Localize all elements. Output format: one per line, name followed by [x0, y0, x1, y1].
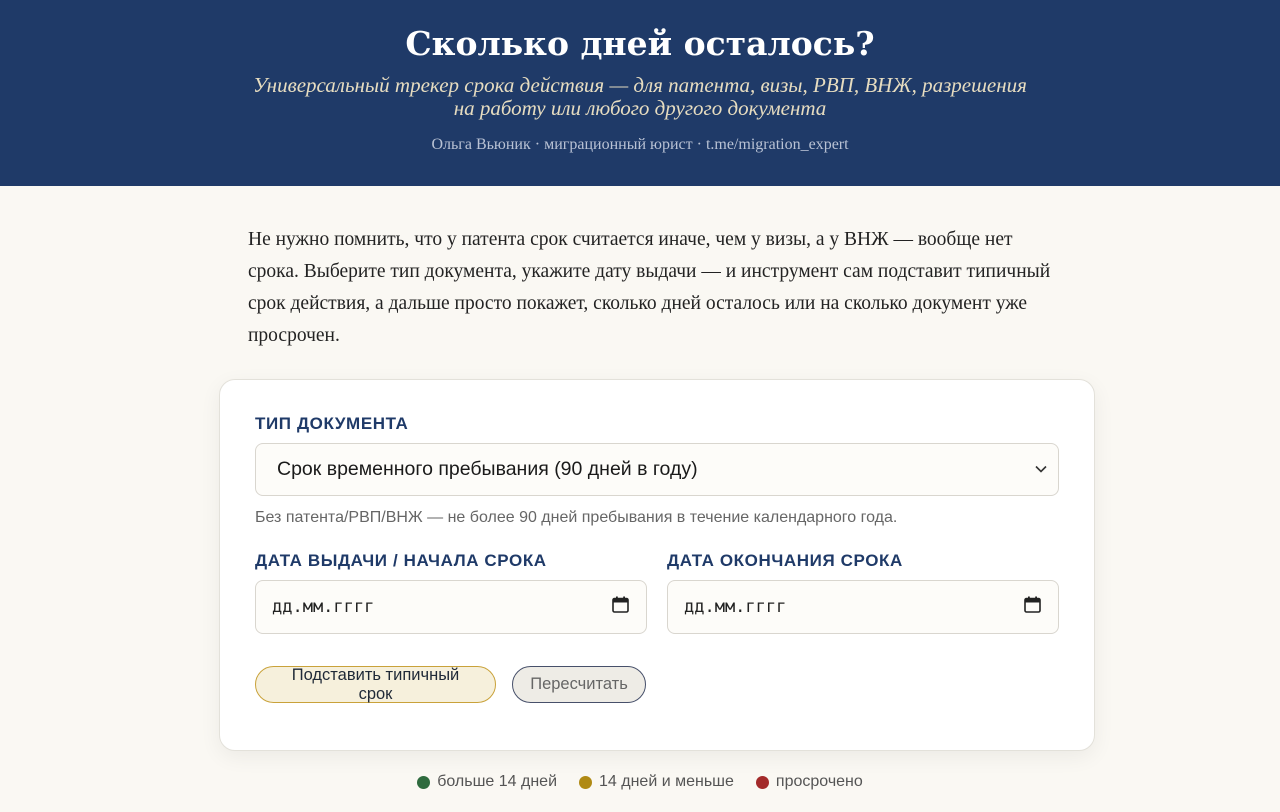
start-date-input[interactable]: дд.мм.гггг — [255, 580, 647, 634]
legend-label: просрочено — [775, 773, 863, 790]
tracker-card: Тип документа Срок временного пребывания… — [219, 379, 1095, 751]
start-date-placeholder: дд.мм.гггг — [272, 597, 375, 617]
fill-typical-term-button[interactable]: Подставить типичный срок — [255, 666, 496, 703]
legend-item-ok: больше 14 дней — [417, 773, 557, 791]
status-dot — [755, 775, 769, 789]
calendar-icon[interactable] — [612, 596, 629, 618]
recalculate-button[interactable]: Пересчитать — [512, 666, 646, 703]
status-dot — [579, 775, 593, 789]
doc-type-label: Тип документа — [255, 414, 409, 433]
doc-type-select[interactable]: Срок временного пребывания (90 дней в го… — [255, 443, 1059, 496]
legend-label: 14 дней и меньше — [599, 773, 734, 790]
legend-item-warning: 14 дней и меньше — [579, 773, 734, 791]
page-subtitle: Универсальный трекер срока действия — дл… — [253, 73, 1027, 120]
status-legend: больше 14 дней 14 дней и меньше просроче… — [0, 773, 1280, 791]
end-date-label: Дата окончания срока — [667, 551, 903, 570]
end-date-placeholder: дд.мм.гггг — [684, 597, 787, 617]
calendar-icon[interactable] — [1024, 596, 1041, 618]
intro-text: Не нужно помнить, что у патента срок счи… — [248, 229, 1051, 346]
start-date-label: Дата выдачи / начала срока — [255, 551, 547, 570]
status-dot — [417, 775, 431, 789]
author-line: Ольга Вьюник · миграционный юрист · t.me… — [431, 136, 849, 153]
end-date-input[interactable]: дд.мм.гггг — [667, 580, 1059, 634]
page-title: Сколько дней осталось? — [405, 24, 875, 63]
doc-type-value: Срок временного пребывания (90 дней в го… — [277, 458, 698, 480]
chevron-down-icon — [1034, 462, 1048, 476]
legend-label: больше 14 дней — [437, 773, 558, 790]
page-header: Сколько дней осталось? Универсальный тре… — [0, 0, 1280, 186]
legend-item-expired: просрочено — [755, 773, 863, 791]
doc-type-hint: Без патента/РВП/ВНЖ — не более 90 дней п… — [255, 509, 898, 526]
